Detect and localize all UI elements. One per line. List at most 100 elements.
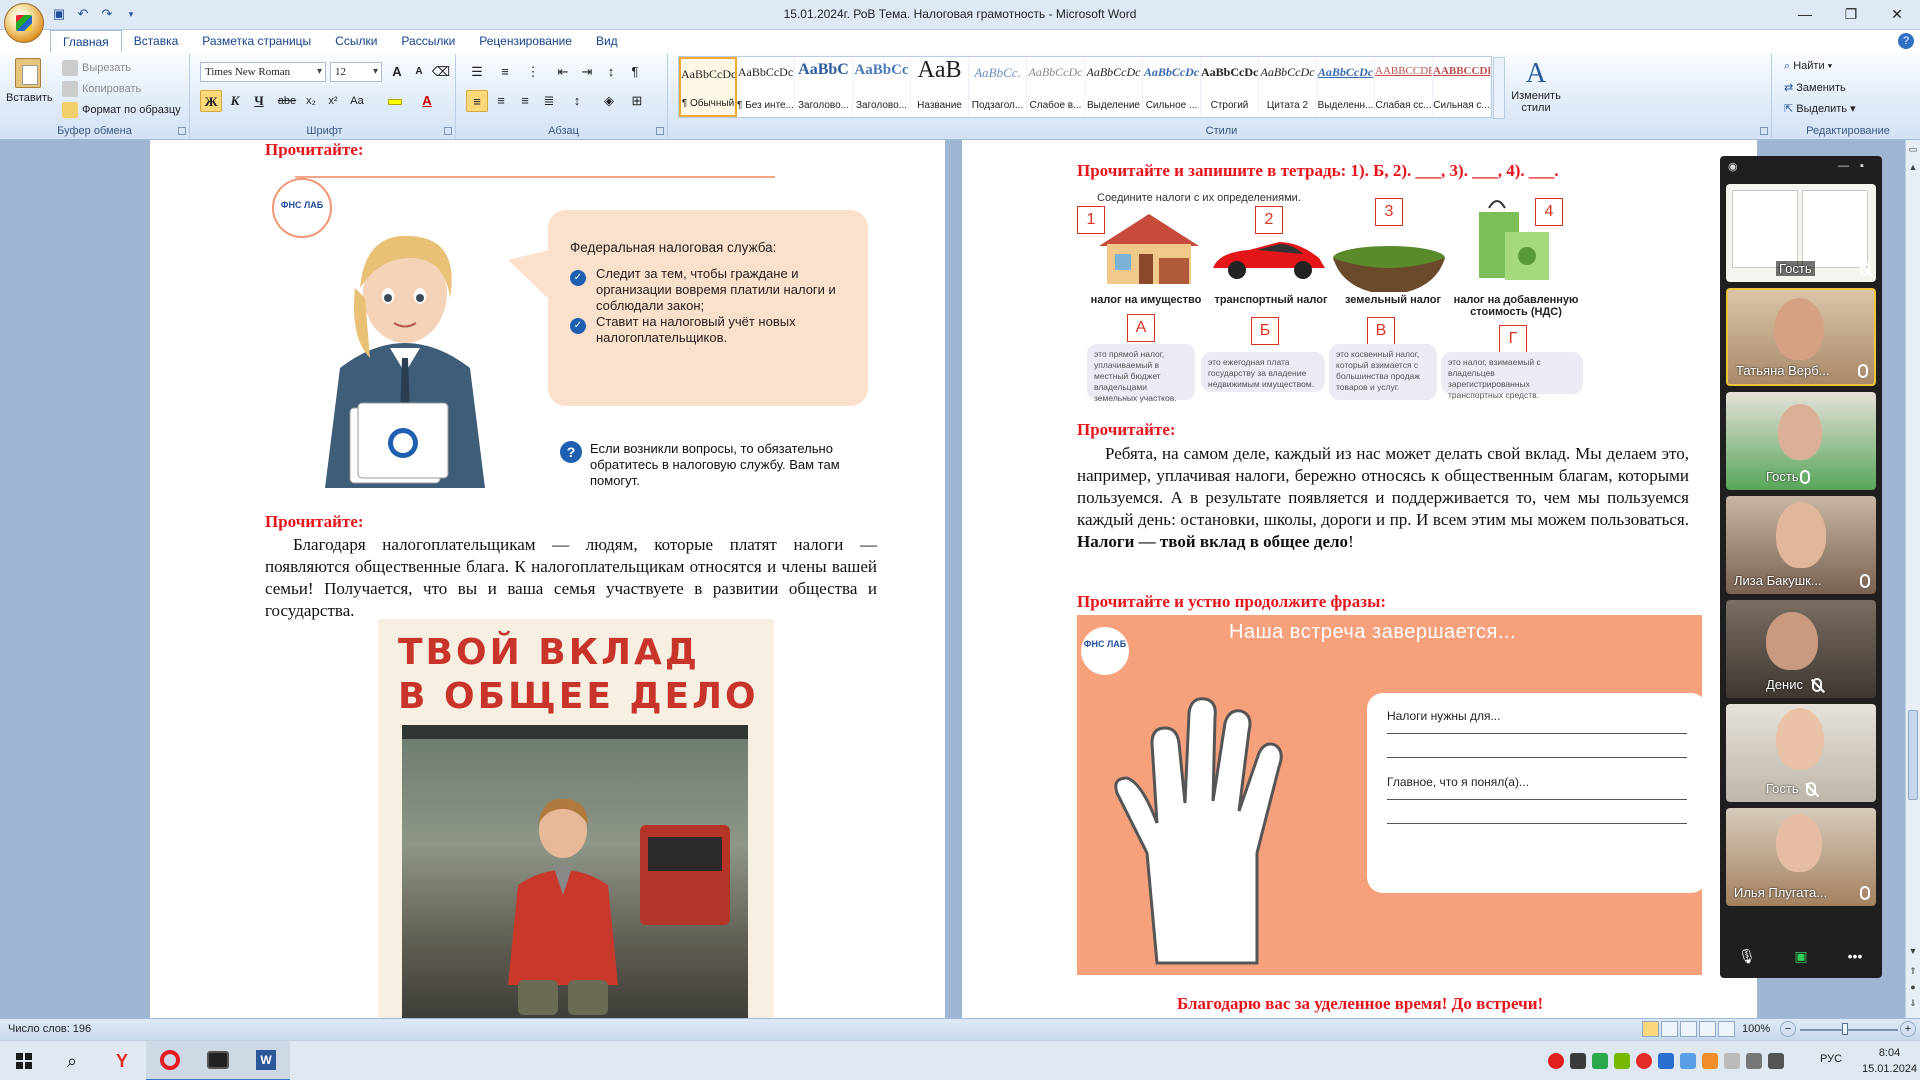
align-right-button[interactable]: ≡ [514, 90, 536, 112]
next-page-icon[interactable]: ⇓ [1907, 996, 1919, 1010]
style-subtle-reference[interactable]: AABBCCDE Слабая сс... [1375, 57, 1433, 117]
office-button[interactable] [4, 3, 44, 43]
style-emphasis[interactable]: AaBbCcDc Выделение [1085, 57, 1143, 117]
underline-button[interactable]: Ч [248, 90, 270, 112]
volume-icon[interactable] [1768, 1053, 1784, 1069]
participant-tile-1[interactable]: Гость [1726, 184, 1876, 282]
camera-icon[interactable]: ◉ [1728, 160, 1738, 173]
tab-page-layout[interactable]: Разметка страницы [190, 30, 323, 52]
record-icon[interactable] [1548, 1053, 1564, 1069]
change-case-button[interactable]: Aa [346, 90, 368, 112]
style-heading2[interactable]: AaBbCc Заголово... [853, 57, 911, 117]
tab-references[interactable]: Ссылки [323, 30, 389, 52]
shading-button[interactable]: ◈ [598, 90, 620, 112]
zoom-slider-handle[interactable] [1842, 1023, 1848, 1035]
language-indicator[interactable]: РУС [1820, 1053, 1842, 1065]
network-icon[interactable] [1746, 1053, 1762, 1069]
strikethrough-button[interactable]: abe [276, 90, 298, 112]
restore-button[interactable]: ❐ [1828, 0, 1874, 28]
style-heading1[interactable]: AaBbC Заголово... [795, 57, 853, 117]
increase-indent-button[interactable]: ⇥ [576, 61, 598, 83]
tab-view[interactable]: Вид [584, 30, 630, 52]
cut-button[interactable]: Вырезать [62, 60, 131, 76]
tab-mailings[interactable]: Рассылки [389, 30, 467, 52]
nvidia-icon[interactable] [1614, 1053, 1630, 1069]
paragraph-launcher[interactable] [656, 127, 664, 135]
bluetooth-icon[interactable] [1658, 1053, 1674, 1069]
start-button[interactable] [0, 1041, 48, 1080]
style-intense-emphasis[interactable]: AaBbCcDc Сильное ... [1143, 57, 1201, 117]
update-icon[interactable] [1702, 1053, 1718, 1069]
meeting-app-button[interactable] [194, 1041, 242, 1080]
numbering-button[interactable]: ≡ [494, 61, 516, 83]
align-left-button[interactable]: ≡ [466, 90, 488, 112]
paste-button[interactable]: Вставить [6, 58, 53, 120]
participant-tile-2[interactable]: Татьяна Верб... [1726, 288, 1876, 386]
outline-view-icon[interactable] [1699, 1021, 1716, 1037]
style-subtle-emphasis[interactable]: AaBbCcDc Слабое в... [1027, 57, 1085, 117]
help-icon[interactable]: ? [1898, 33, 1914, 49]
align-center-button[interactable]: ≡ [490, 90, 512, 112]
draft-view-icon[interactable] [1718, 1021, 1735, 1037]
shrink-font-button[interactable]: A [408, 61, 430, 83]
close-button[interactable]: ✕ [1874, 0, 1920, 28]
font-family-select[interactable]: Times New Roman [200, 62, 326, 82]
yandex-tray-icon[interactable] [1636, 1053, 1652, 1069]
style-strong[interactable]: AaBbCcDc Строгий [1201, 57, 1259, 117]
full-screen-reading-view-icon[interactable] [1661, 1021, 1678, 1037]
web-layout-view-icon[interactable] [1680, 1021, 1697, 1037]
styles-launcher[interactable] [1760, 127, 1768, 135]
copy-button[interactable]: Копировать [62, 81, 141, 97]
participant-tile-5[interactable]: Денис [1726, 600, 1876, 698]
zoom-out-button[interactable]: − [1780, 1021, 1796, 1037]
style-quote[interactable]: AaBbCcDc Цитата 2 [1259, 57, 1317, 117]
print-layout-view-icon[interactable] [1642, 1021, 1659, 1037]
clipboard-launcher[interactable] [178, 127, 186, 135]
minimize-button[interactable]: — [1782, 0, 1828, 28]
mute-mic-icon[interactable]: 🎙︎ [1734, 948, 1760, 968]
browse-object-icon[interactable]: ● [1907, 980, 1919, 994]
yandex-browser-button[interactable]: Y [98, 1041, 146, 1080]
show-marks-button[interactable]: ¶ [624, 61, 646, 83]
shield-icon[interactable] [1592, 1053, 1608, 1069]
bold-button[interactable]: Ж [200, 90, 222, 112]
justify-button[interactable]: ≣ [538, 90, 560, 112]
prev-page-icon[interactable]: ⇑ [1907, 964, 1919, 978]
battery-icon[interactable] [1724, 1053, 1740, 1069]
subscript-button[interactable]: x₂ [300, 90, 322, 112]
zoom-level[interactable]: 100% [1742, 1023, 1770, 1035]
search-button[interactable]: ⌕ [48, 1041, 96, 1080]
font-size-select[interactable]: 12 [330, 62, 382, 82]
sort-button[interactable]: ↕ [600, 61, 622, 83]
font-color-button[interactable]: A [416, 90, 438, 112]
style-normal[interactable]: AaBbCcDc ¶ Обычный [679, 57, 737, 117]
participant-tile-6[interactable]: Гость [1726, 704, 1876, 802]
style-intense-quote[interactable]: AaBbCcDc Выделенн... [1317, 57, 1375, 117]
word-count[interactable]: Число слов: 196 [8, 1023, 91, 1035]
participant-tile-3[interactable]: Гость [1726, 392, 1876, 490]
app-tray-icon[interactable] [1570, 1053, 1586, 1069]
participant-tile-4[interactable]: Лиза Бакушк... [1726, 496, 1876, 594]
minimize-panel-icon[interactable]: — [1838, 160, 1849, 172]
opera-button[interactable] [146, 1041, 194, 1080]
word-taskbar-button[interactable]: W [242, 1041, 290, 1080]
tab-review[interactable]: Рецензирование [467, 30, 584, 52]
clear-format-button[interactable]: ⌫ [430, 61, 452, 83]
change-styles-button[interactable]: A Изменить стили [1504, 58, 1568, 120]
share-screen-icon[interactable]: ▣ [1788, 948, 1814, 968]
style-intense-reference[interactable]: AABBCCDE Сильная с... [1433, 57, 1491, 117]
style-no-spacing[interactable]: AaBbCcDc ¶ Без инте... [737, 57, 795, 117]
more-options-icon[interactable]: ••• [1842, 948, 1868, 968]
ruler-toggle-icon[interactable]: ▭ [1907, 142, 1919, 156]
scroll-up-arrow[interactable]: ▲ [1907, 160, 1919, 174]
italic-button[interactable]: К [224, 90, 246, 112]
page-right[interactable]: Прочитайте и запишите в тетрадь: 1). Б, … [962, 140, 1757, 1018]
vertical-scrollbar[interactable]: ▭ ▲ ▼ ⇑ ● ⇓ [1905, 140, 1920, 1018]
replace-button[interactable]: ⇄ Заменить [1784, 81, 1846, 94]
find-button[interactable]: ⌕ Найти ▾ [1784, 60, 1832, 73]
tab-home[interactable]: Главная [50, 30, 122, 52]
borders-button[interactable]: ⊞ [626, 90, 648, 112]
scroll-down-arrow[interactable]: ▼ [1907, 944, 1919, 958]
bullets-button[interactable]: ☰ [466, 61, 488, 83]
expand-panel-icon[interactable]: ▪ [1860, 160, 1864, 172]
